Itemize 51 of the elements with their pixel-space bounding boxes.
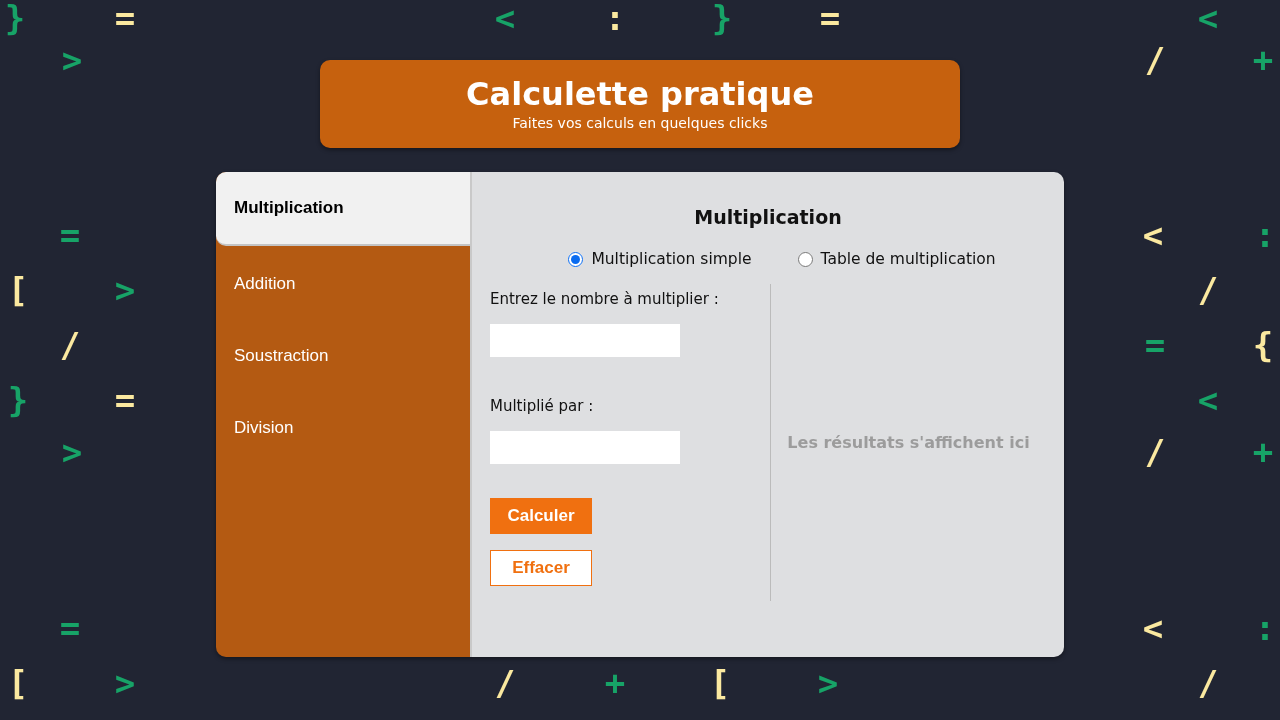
background-symbol: = <box>114 383 136 417</box>
sidebar-tab[interactable]: Addition <box>216 248 470 320</box>
app-subtitle: Faites vos calculs en quelques clicks <box>512 114 768 131</box>
background-symbol: > <box>114 666 136 700</box>
background-symbol: / <box>1144 435 1166 469</box>
background-symbol: > <box>817 666 839 700</box>
background-symbol: < <box>1197 383 1219 417</box>
background-symbol: > <box>61 435 83 469</box>
radio-button[interactable] <box>568 251 584 267</box>
background-symbol: } <box>7 383 29 417</box>
field-label: Multiplié par : <box>490 397 595 415</box>
sidebar-tab[interactable]: Multiplication <box>216 172 470 246</box>
sidebar-tab[interactable]: Soustraction <box>216 320 470 392</box>
background-symbol: < <box>1197 1 1219 35</box>
background-symbol: / <box>59 328 81 362</box>
background-symbol: } <box>711 1 733 35</box>
background-symbol: / <box>1197 273 1219 307</box>
background-symbol: [ <box>7 666 29 700</box>
background-symbol: = <box>59 611 81 645</box>
background-symbol: / <box>494 666 516 700</box>
background-symbol: < <box>1142 218 1164 252</box>
field-label: Entrez le nombre à multiplier : <box>490 290 720 308</box>
panel-title: Multiplication <box>693 206 843 228</box>
background-symbol: = <box>819 1 841 35</box>
background-symbol: = <box>59 218 81 252</box>
app-title: Calculette pratique <box>466 77 814 113</box>
background-symbol: : <box>604 1 626 35</box>
background-symbol: + <box>1252 43 1274 77</box>
background-symbol: = <box>114 1 136 35</box>
background-symbol: > <box>61 43 83 77</box>
background-symbol: [ <box>7 273 29 307</box>
number-field[interactable] <box>490 431 680 464</box>
background-symbol: > <box>114 273 136 307</box>
result-output-field: Les résultats s'affichent ici <box>787 433 1030 452</box>
background-symbol: / <box>1197 666 1219 700</box>
background-symbol: + <box>604 666 626 700</box>
sidebar-tab[interactable]: Division <box>216 392 470 464</box>
background-symbol: = <box>1144 328 1166 362</box>
background-symbol: : <box>1254 218 1276 252</box>
background-symbol: [ <box>709 666 731 700</box>
background-symbol: } <box>4 1 26 35</box>
background-symbol: : <box>1254 611 1276 645</box>
background-symbol: / <box>1144 43 1166 77</box>
radio-button[interactable] <box>797 251 813 267</box>
calculate-button[interactable]: Calculer <box>490 498 592 534</box>
background-symbol: < <box>1142 611 1164 645</box>
background-symbol: { <box>1252 328 1274 362</box>
background-symbol: + <box>1252 435 1274 469</box>
number-field[interactable] <box>490 324 680 357</box>
background-symbol: < <box>494 1 516 35</box>
clear-button[interactable]: Effacer <box>490 550 592 586</box>
